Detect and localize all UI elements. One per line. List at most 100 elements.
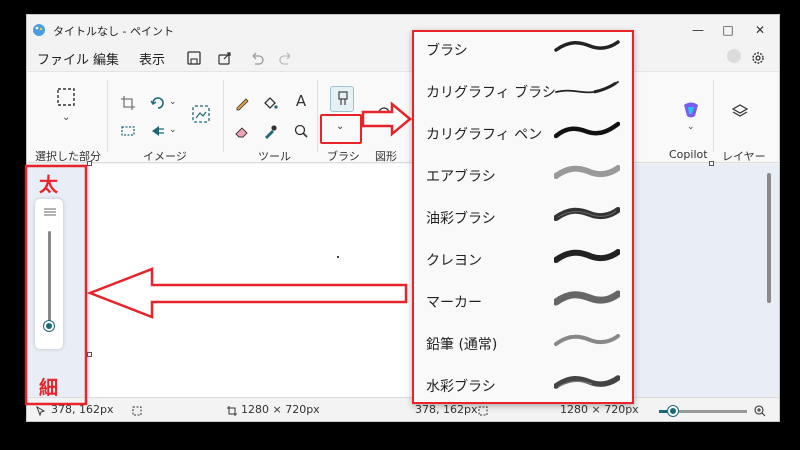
title-bar: タイトルなし - ペイント — □ ✕ [27,15,779,45]
vertical-scrollbar[interactable] [767,173,771,303]
layers-icon[interactable] [731,102,749,120]
zoom-slider-thumb[interactable] [668,406,678,416]
ribbon-separator [107,80,108,152]
canvas-size-icon [227,406,237,416]
brush-stroke-icon [554,40,620,52]
rotate-icon[interactable] [149,94,167,112]
tools-group-label: ツール [258,150,291,163]
ribbon-separator [223,80,224,152]
brush-option-label: 水彩ブラシ [426,379,496,395]
brush-tool-button[interactable] [330,86,354,112]
maximize-button[interactable]: □ [713,21,743,39]
brush-option-crayon[interactable]: クレヨン [414,246,632,288]
selection-dropdown-chevron-icon[interactable]: ⌄ [62,112,70,123]
shapes-icon[interactable] [377,106,395,124]
window-title: タイトルなし - ペイント [53,25,174,38]
magnifier-icon[interactable] [292,122,310,140]
calligraphy-pen-stroke-icon [554,121,620,139]
canvas-resize-handle[interactable] [709,161,714,166]
zoom-in-icon[interactable] [753,404,767,418]
brush-icon [338,91,348,105]
minimize-button[interactable]: — [683,21,713,39]
menu-file[interactable]: ファイル [37,49,89,68]
brush-group-label: ブラシ [327,150,360,163]
shapes-group-label: 図形 [375,150,397,163]
brush-option-calligraphy-brush[interactable]: カリグラフィ ブラシ [414,78,632,120]
fill-bucket-icon[interactable] [261,94,279,112]
menu-view[interactable]: 表示 [139,49,165,68]
brush-option-label: ブラシ [426,43,468,59]
share-icon[interactable] [216,49,234,67]
flip-icon[interactable] [149,122,167,140]
crop-icon[interactable] [119,94,137,112]
drawing-canvas[interactable] [90,164,452,397]
brush-option-label: 油彩ブラシ [426,211,496,227]
selection-size-icon [132,406,142,416]
cursor-position-icon [36,405,46,417]
brush-option-label: クレヨン [426,253,482,269]
brush-dropdown-button[interactable]: ⌄ [320,114,362,144]
flip-dropdown-chevron-icon[interactable]: ⌄ [169,125,177,135]
canvas-size: 1280 × 720px [241,403,320,416]
redo-icon[interactable] [277,49,295,67]
stroke-width-icon [44,208,56,216]
resize-icon[interactable] [119,122,137,140]
brush-size-slider-thumb[interactable] [44,321,54,331]
canvas-workspace [27,161,779,397]
color-picker-icon[interactable] [261,122,279,140]
copilot-icon[interactable] [679,98,703,122]
menu-bar: ファイル 編集 表示 [27,45,779,71]
crayon-stroke-icon [554,249,620,263]
copilot-dropdown-chevron-icon[interactable]: ⌄ [687,122,695,132]
text-tool-icon[interactable]: A [292,92,310,110]
pencil-stroke-icon [554,334,620,346]
ribbon-separator [317,80,318,152]
brush-size-slider-panel [35,199,63,349]
pencil-tool-icon[interactable] [233,94,251,112]
image-generate-icon[interactable] [191,104,211,124]
selection-rectangle-icon[interactable] [55,86,77,108]
cursor-position: 378, 162px [51,403,114,416]
status-bar: 378, 162px 1280 × 720px 378, 162px 1280 … [27,397,779,421]
eraser-icon[interactable] [233,122,251,140]
brush-option-brush[interactable]: ブラシ [414,36,632,78]
paint-window: タイトルなし - ペイント — □ ✕ ファイル 編集 表示 ⌄ 選択した部分 [26,14,780,422]
layers-group-label: レイヤー [722,150,766,163]
screenshot-stage: タイトルなし - ペイント — □ ✕ ファイル 編集 表示 ⌄ 選択した部分 [0,0,800,450]
canvas-resize-handle[interactable] [87,352,92,357]
canvas-dot [337,256,339,258]
brush-option-label: エアブラシ [426,169,496,185]
rotate-dropdown-chevron-icon[interactable]: ⌄ [169,97,177,107]
save-icon[interactable] [185,49,203,67]
account-avatar[interactable] [727,49,741,63]
brush-option-label: カリグラフィ ブラシ [426,85,556,101]
menu-edit[interactable]: 編集 [93,49,119,68]
paint-app-icon [33,24,45,36]
watercolor-brush-stroke-icon [554,375,620,389]
brush-dropdown-menu: ブラシ カリグラフィ ブラシ カリグラフィ ペン エアブラシ 油彩ブラシ クレヨ… [412,30,634,404]
brush-option-watercolor[interactable]: 水彩ブラシ [414,372,632,414]
brush-option-pencil[interactable]: 鉛筆 (通常) [414,330,632,372]
brush-dropdown-chevron-icon: ⌄ [336,121,345,132]
brush-option-calligraphy-pen[interactable]: カリグラフィ ペン [414,120,632,162]
brush-option-label: 鉛筆 (通常) [426,337,498,353]
ribbon-separator [713,80,714,152]
thin-label: 細 [39,377,59,399]
brush-option-airbrush[interactable]: エアブラシ [414,162,632,204]
settings-gear-icon[interactable] [749,49,767,67]
brush-option-label: カリグラフィ ペン [426,127,543,143]
airbrush-stroke-icon [554,165,620,179]
image-group-label: イメージ [143,150,187,163]
undo-icon[interactable] [248,49,266,67]
brush-size-slider-track[interactable] [48,231,51,326]
brush-option-oil-brush[interactable]: 油彩ブラシ [414,204,632,246]
calligraphy-brush-stroke-icon [555,81,619,94]
marker-stroke-icon [554,290,620,306]
thick-label: 太 [39,174,59,196]
canvas-resize-handle[interactable] [87,161,92,166]
close-button[interactable]: ✕ [745,21,775,39]
copilot-group-label: Copilot [669,148,708,161]
brush-option-label: マーカー [426,295,482,311]
brush-option-marker[interactable]: マーカー [414,288,632,330]
ribbon-toolbar: ⌄ 選択した部分 ⌄ ⌄ イメージ A ツール ⌄ ブラシ 図形 ⌄ Copil… [27,71,779,163]
